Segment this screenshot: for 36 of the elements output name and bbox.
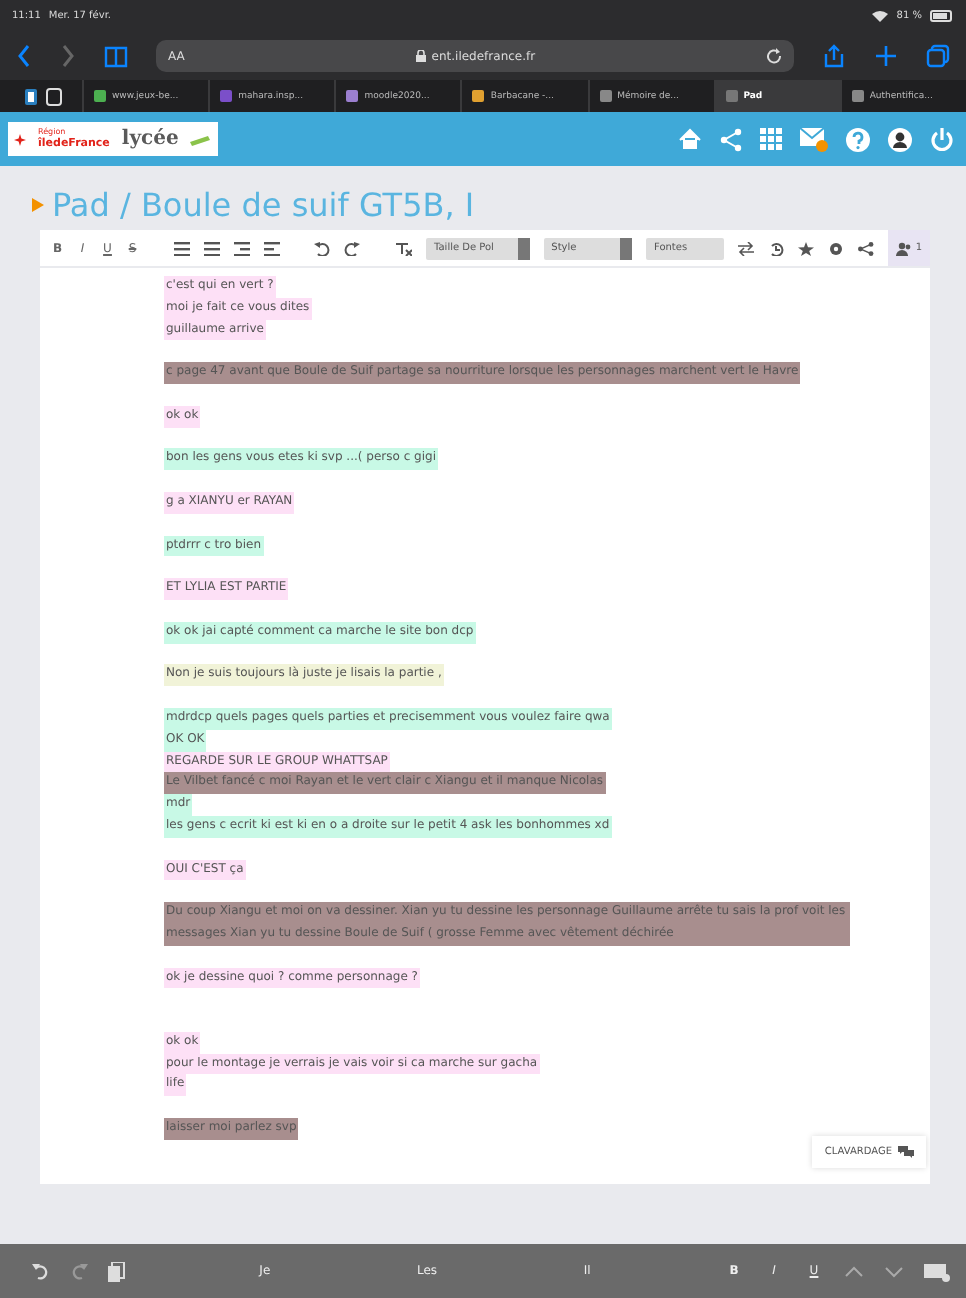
keyboard-icon[interactable]	[924, 1261, 950, 1281]
apps-grid-icon[interactable]	[760, 128, 782, 150]
forward-icon[interactable]	[60, 44, 76, 68]
plus-icon[interactable]	[874, 44, 898, 68]
battery-icon	[930, 10, 954, 22]
pad-title: Pad / Boule de suif GT5B, I	[52, 185, 475, 223]
star-icon[interactable]	[797, 241, 814, 255]
logo-lycee: lycée	[121, 128, 179, 150]
user-icon[interactable]	[888, 127, 912, 151]
indent-icon[interactable]	[233, 241, 250, 255]
lock-icon	[415, 50, 426, 62]
redo-icon[interactable]	[344, 241, 361, 255]
back-icon[interactable]	[16, 44, 32, 68]
help-icon[interactable]	[846, 127, 870, 151]
down-chevron-icon[interactable]	[884, 1263, 904, 1279]
power-icon[interactable]	[930, 127, 954, 151]
tabs-icon[interactable]	[926, 44, 950, 68]
reload-icon[interactable]	[766, 48, 782, 64]
clipboard-icon[interactable]	[108, 1261, 126, 1281]
book-icon[interactable]	[104, 44, 128, 68]
users-icon	[895, 241, 912, 255]
undo-icon[interactable]	[314, 241, 331, 255]
chat-bubbles-icon	[898, 1146, 914, 1158]
tab-group-icon[interactable]	[46, 87, 62, 105]
swap-icon[interactable]	[737, 241, 754, 255]
home-icon[interactable]	[678, 128, 702, 150]
up-chevron-icon[interactable]	[844, 1263, 864, 1279]
star-icon	[14, 133, 26, 145]
wifi-icon	[872, 10, 889, 22]
share-icon[interactable]	[857, 241, 874, 255]
triangle-icon	[32, 197, 44, 211]
history-icon[interactable]	[767, 241, 784, 255]
clear-format-icon[interactable]	[396, 241, 413, 255]
share-icon[interactable]	[822, 44, 846, 68]
outdent-icon[interactable]	[263, 241, 280, 255]
mail-icon[interactable]	[800, 126, 828, 152]
